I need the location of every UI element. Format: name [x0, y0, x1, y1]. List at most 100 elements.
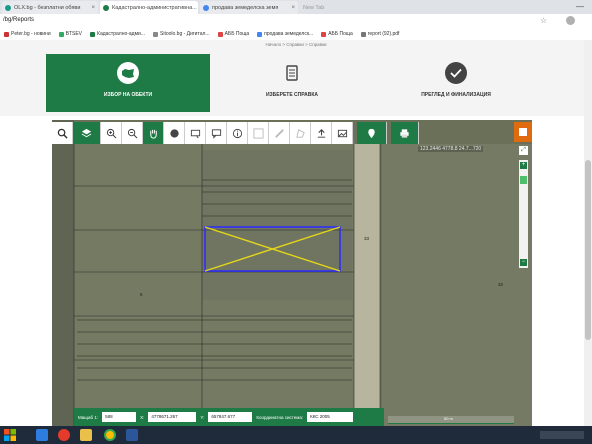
area-measure-button[interactable] — [290, 122, 311, 144]
scale-label: Мащаб 1: — [78, 414, 99, 420]
layers-button[interactable] — [73, 122, 101, 144]
word-icon[interactable] — [126, 429, 138, 441]
select-area-button[interactable] — [185, 122, 206, 144]
coordinate-system-label: Координатна система: — [256, 414, 304, 420]
zoom-minus-icon[interactable]: − — [520, 259, 527, 266]
pan-button[interactable] — [143, 122, 164, 144]
measure-button[interactable] — [269, 122, 290, 144]
olx-favicon-icon — [5, 4, 11, 11]
url-text[interactable]: /bg/Reports — [3, 17, 34, 23]
close-icon[interactable]: × — [89, 5, 95, 11]
select-icon — [190, 129, 200, 138]
zoom-slider[interactable]: + − — [519, 160, 528, 268]
y-coordinate-field[interactable]: 657847.677 — [208, 412, 253, 422]
checkmark-icon — [445, 62, 467, 84]
bookmark-item[interactable]: Peter.bg - новини — [4, 31, 51, 37]
star-icon[interactable]: ☆ — [540, 16, 547, 25]
scrollbar-thumb[interactable] — [585, 160, 591, 340]
step-label: ИЗБОР НА ОБЕКТИ — [103, 92, 153, 98]
ruler-icon — [274, 128, 284, 138]
tab-label: Кадастрално-административна... — [112, 4, 197, 11]
document-icon — [281, 62, 303, 84]
zoom-plus-icon[interactable]: + — [520, 162, 527, 169]
map-imagery[interactable] — [52, 120, 532, 426]
printer-icon — [400, 128, 409, 138]
location-pin-icon — [368, 128, 375, 138]
parcel-number: 32 — [498, 282, 504, 287]
scale-bar-label: 50 m — [444, 416, 453, 421]
explorer-icon[interactable] — [36, 429, 48, 441]
bookmark-item[interactable]: АББ Поща — [217, 31, 249, 37]
zoom-in-button[interactable] — [101, 122, 122, 144]
page-scrollbar[interactable] — [584, 40, 592, 426]
zoom-out-icon — [127, 128, 137, 138]
scale-input[interactable]: 588 — [102, 412, 137, 422]
basemap-icon — [519, 128, 527, 136]
coordinates-bar: Мащаб 1: 588 X: 4778671.267 Y: 657847.67… — [74, 408, 384, 426]
basemap-toggle-button[interactable] — [514, 122, 532, 142]
info-box-button[interactable] — [206, 122, 227, 144]
info-button[interactable] — [227, 122, 248, 144]
breadcrumb[interactable]: Начало > Справки > Справки — [0, 40, 592, 50]
location-button[interactable] — [357, 122, 387, 144]
layers-icon — [81, 128, 92, 137]
bookmark-item[interactable]: Sitoolo.bg - Дигитал... — [153, 31, 210, 37]
y-label: Y: — [200, 414, 205, 420]
upload-icon — [317, 128, 325, 138]
upload-button[interactable] — [311, 122, 332, 144]
step-select-objects[interactable]: ИЗБОР НА ОБЕКТИ — [46, 54, 210, 112]
address-bar[interactable]: /bg/Reports ☆ — [0, 14, 592, 29]
parcel-number: 33 — [364, 236, 370, 241]
search-button[interactable] — [52, 122, 73, 144]
print-button[interactable] — [391, 122, 419, 144]
eraser-icon — [252, 127, 264, 139]
step-choose-report[interactable]: ИЗБЕРЕТЕ СПРАВКА — [210, 54, 374, 112]
step-label: ПРЕГЛЕД И ФИНАЛИЗАЦИЯ — [421, 92, 491, 98]
bookmark-item[interactable]: report (92).pdf — [360, 31, 399, 37]
hand-icon — [149, 129, 157, 139]
cadastre-favicon-icon — [103, 4, 109, 11]
scale-bar: 50 m — [388, 416, 514, 424]
tab-label: New Tab — [303, 4, 325, 11]
zoom-out-button[interactable] — [122, 122, 143, 144]
tab-label: продава земеделска земя — [212, 4, 279, 11]
expand-icon[interactable]: ⤢ — [519, 146, 528, 155]
profile-avatar[interactable] — [566, 16, 575, 25]
window-controls[interactable]: — — [576, 2, 584, 11]
info-icon — [232, 128, 242, 138]
zoom-in-icon — [106, 128, 116, 138]
map-toolbar — [52, 122, 419, 144]
tab-search[interactable]: продава земеделска земя × — [200, 1, 298, 14]
export-button[interactable] — [332, 122, 353, 144]
close-icon[interactable]: × — [289, 5, 295, 11]
clear-button[interactable] — [248, 122, 269, 144]
bulgaria-map-icon — [117, 62, 139, 84]
bookmark-item[interactable]: Кадастрално-адми... — [90, 31, 145, 37]
start-icon[interactable] — [4, 429, 16, 441]
tab-label: OLX.bg - безплатни обяви — [14, 4, 81, 11]
tab-cadastre[interactable]: Кадастрално-административна...× — [100, 1, 198, 14]
coordinate-readout: 123.2446 4778.8 24.7...720 — [418, 146, 484, 152]
browser-tab-strip: OLX.bg - безплатни обяви × Кадастрално-ад… — [0, 0, 592, 14]
bookmark-item[interactable]: АББ Поща — [321, 31, 353, 37]
chrome-icon[interactable] — [104, 429, 116, 441]
zoom-slider-handle[interactable] — [520, 176, 527, 184]
coordinate-system-select[interactable]: ККС 2005 — [307, 412, 354, 422]
globe-button[interactable] — [164, 122, 185, 144]
step-review[interactable]: ПРЕГЛЕД И ФИНАЛИЗАЦИЯ — [374, 54, 538, 112]
parcel-number: 8 — [140, 292, 143, 297]
system-tray[interactable] — [540, 431, 584, 439]
bookmark-item[interactable]: BTSEV — [58, 31, 82, 37]
close-icon[interactable]: × — [197, 5, 198, 11]
tab-new[interactable]: New Tab — [300, 1, 360, 14]
media-player-icon[interactable] — [58, 429, 70, 441]
bookmark-item[interactable]: продава земеделск... — [257, 31, 313, 37]
globe-icon — [169, 128, 179, 138]
cadastral-map[interactable]: 33 32 8 123.2446 4778.8 24.7...720 ⤢ + −… — [52, 120, 532, 426]
x-coordinate-field[interactable]: 4778671.267 — [148, 412, 197, 422]
search-icon — [57, 128, 68, 139]
google-favicon-icon — [203, 4, 209, 11]
folder-icon[interactable] — [80, 429, 92, 441]
image-icon — [337, 129, 347, 137]
tab-olx[interactable]: OLX.bg - безплатни обяви × — [2, 1, 98, 14]
